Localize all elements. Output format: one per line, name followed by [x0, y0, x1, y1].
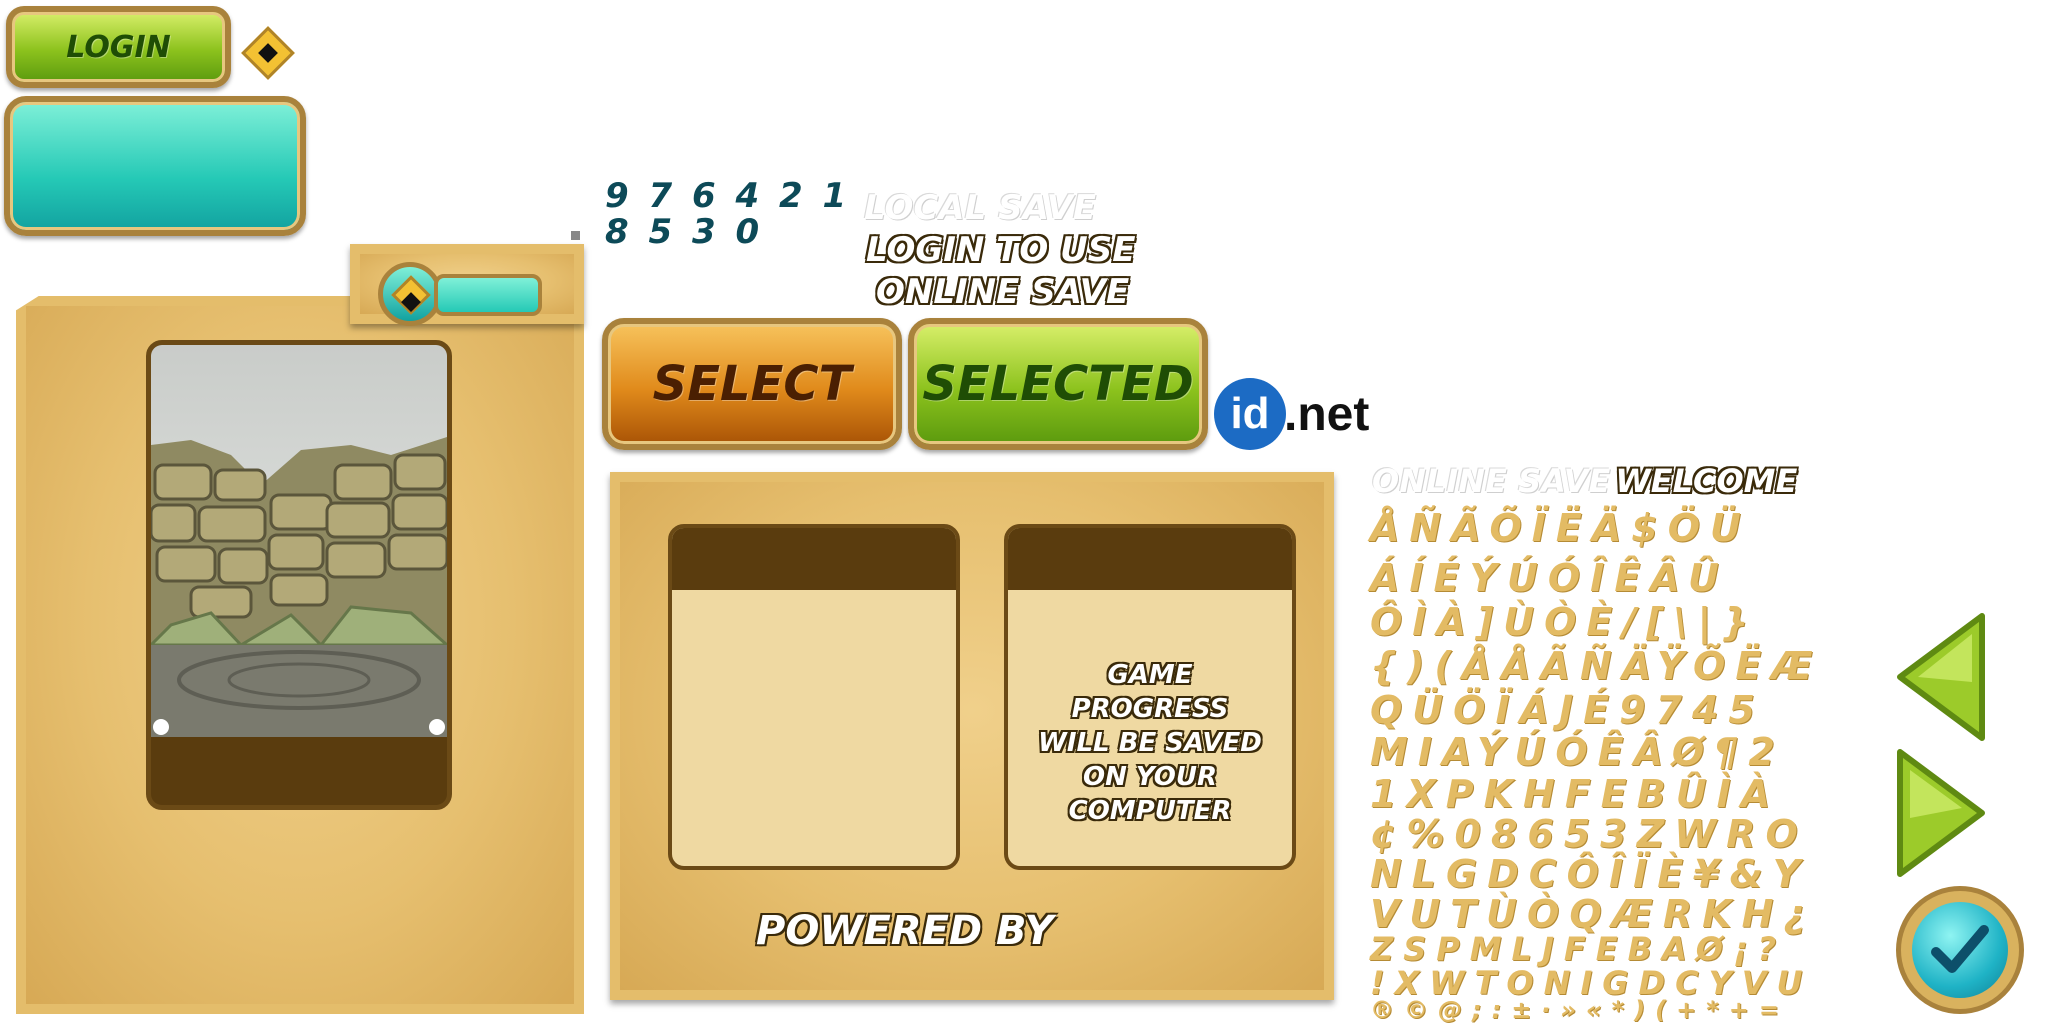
login-button[interactable]: LOGIN: [6, 6, 231, 88]
online-save-welcome: ONLINE SAVE WELCOME: [1372, 462, 1797, 500]
glyph-row: 1XPKHFEBÛÌÀ: [1370, 772, 1781, 816]
local-save-label: LOCAL SAVE: [864, 188, 1097, 228]
level-thumbnail-image: [151, 345, 447, 737]
glyph-row: {)(ÅÅÃÑÄŸÕËÆ: [1370, 644, 1823, 688]
idnet-logo-net: .net: [1284, 387, 1370, 441]
online-save-ghost-label: ONLINE SAVE: [1372, 462, 1611, 500]
glyph-row: QÜÖÏÁJÉ9745: [1370, 688, 1765, 732]
diamond-icon: [241, 26, 295, 80]
select-button[interactable]: SELECT: [602, 318, 902, 450]
save-slot-right[interactable]: GAME PROGRESS WILL BE SAVED ON YOUR COMP…: [1004, 524, 1296, 870]
glyph-row: ÁÍÉÝÚÓÎÊÂÛ: [1370, 556, 1729, 600]
digit-row-2: 8 5 3 0: [605, 212, 761, 252]
confirm-button-inner: [1912, 902, 2008, 998]
save-slot-left-header: [672, 528, 956, 590]
game-progress-text: GAME PROGRESS WILL BE SAVED ON YOUR COMP…: [1038, 660, 1262, 826]
selected-button[interactable]: SELECTED: [908, 318, 1208, 450]
checkmark-icon: [1931, 925, 1989, 973]
idnet-logo-circle: id: [1214, 378, 1286, 450]
save-slot-right-header: [1008, 528, 1292, 590]
tab-diamond-badge: [378, 262, 442, 326]
idnet-logo: id .net: [1214, 378, 1369, 450]
arrow-right-icon[interactable]: [1896, 748, 1986, 878]
tab-teal-bar: [434, 274, 542, 316]
welcome-label: WELCOME: [1615, 462, 1798, 500]
diamond-badge: [241, 22, 295, 84]
selected-label: SELECTED: [922, 356, 1194, 412]
level-thumbnail-frame[interactable]: [146, 340, 452, 810]
login-to-use-label: LOGIN TO USE: [866, 230, 1136, 270]
online-save-label: ONLINE SAVE: [876, 272, 1130, 312]
glyph-row: NLGDCÔÎÏÈ¥&Y: [1370, 852, 1811, 896]
tab-diamond-icon: [391, 275, 431, 315]
glyph-row: ZSPMLJFEBAØ¡?: [1370, 930, 1787, 968]
glyph-row: MIAÝÚÓÊÂØ¶2: [1370, 730, 1785, 774]
small-dot: [571, 231, 580, 240]
select-label: SELECT: [652, 356, 852, 412]
arrow-left-icon[interactable]: [1896, 612, 1986, 742]
digit-row-1: 9 7 6 4 2 1: [605, 176, 848, 216]
save-slot-left[interactable]: [668, 524, 960, 870]
glyph-row: ÔÌÀ]ÙÒÈ/[\|}: [1370, 600, 1759, 644]
powered-by-label: POWERED BY: [756, 908, 1054, 954]
login-label: LOGIN: [66, 29, 171, 65]
glyph-row: ÅÑÃÕÏËÄ$ÖÜ: [1370, 506, 1751, 550]
glyph-row: ®©@;:±·»«*)(+*+=: [1370, 996, 1789, 1024]
glyph-row: ¢%08653ZWRO: [1370, 812, 1808, 856]
idnet-logo-id: id: [1230, 389, 1270, 438]
confirm-button[interactable]: [1896, 886, 2024, 1014]
blank-teal-button[interactable]: [4, 96, 306, 236]
